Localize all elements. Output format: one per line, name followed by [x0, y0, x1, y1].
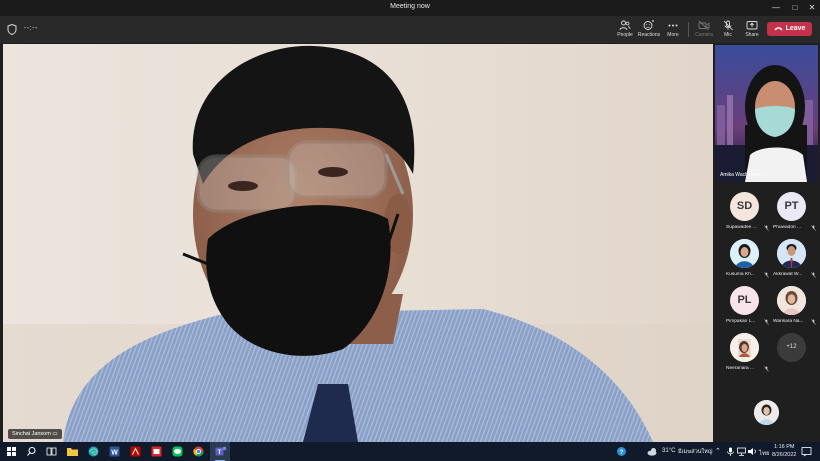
- reactions-label: Reactions: [637, 32, 661, 38]
- word-icon[interactable]: W: [108, 445, 121, 458]
- main-video-stage[interactable]: Sinchai Jansom ▭: [3, 44, 713, 442]
- toolbar-separator: [688, 22, 689, 37]
- task-view-icon[interactable]: [45, 445, 58, 458]
- participant-name: Warisara Na...: [773, 319, 804, 324]
- speaker-name-tag: Sinchai Jansom ▭: [8, 429, 62, 439]
- reactions-icon: [643, 20, 654, 30]
- clock-date[interactable]: 8/26/2022: [772, 452, 796, 458]
- featured-participant-name-tag: Amika Wachirawin ▭: [720, 172, 768, 178]
- featured-video: [715, 45, 818, 182]
- mic-off-icon: [811, 319, 816, 325]
- participant-tile[interactable]: Akkrawat W...: [765, 239, 816, 285]
- speaker-video: [3, 44, 713, 442]
- avatar: [777, 239, 806, 268]
- meeting-toolbar: --:-- People Reactions More Camera Mic S…: [0, 16, 820, 43]
- teams-taskbar-active[interactable]: T: [210, 442, 230, 461]
- share-label: Share: [745, 32, 759, 38]
- people-label: People: [617, 32, 633, 38]
- mic-button[interactable]: Mic: [715, 19, 741, 41]
- people-icon: [619, 20, 631, 31]
- tray-overflow-chevron-icon[interactable]: ⌃: [715, 447, 721, 455]
- participant-tile[interactable]: PL Pimpakan L...: [718, 286, 769, 332]
- mic-off-icon: [723, 20, 733, 31]
- more-participants-count: +12: [777, 333, 806, 362]
- svg-text:?: ?: [620, 450, 624, 456]
- camera-off-icon: [698, 20, 710, 31]
- participant-name: Neeranara ...: [726, 366, 754, 371]
- participant-name: Akkrawat W...: [773, 272, 803, 277]
- participant-tile[interactable]: Neeranara ...: [718, 333, 769, 379]
- participant-name: Phuwadon ...: [773, 225, 802, 230]
- mic-label: Mic: [724, 32, 732, 38]
- featured-participant-name: Amika Wachirawin: [720, 172, 761, 178]
- window-title: Meeting now: [390, 3, 430, 10]
- participant-tile[interactable]: PT Phuwadon ...: [765, 192, 816, 238]
- leave-button[interactable]: Leave: [767, 22, 812, 36]
- minimize-button[interactable]: —: [766, 0, 786, 16]
- avatar-photo: [730, 239, 759, 268]
- camera-button[interactable]: Camera: [691, 19, 717, 41]
- search-icon[interactable]: [25, 445, 38, 458]
- avatar: [730, 333, 759, 362]
- self-view-avatar[interactable]: [754, 400, 779, 425]
- leave-label: Leave: [785, 25, 806, 32]
- notifications-icon[interactable]: [800, 445, 813, 458]
- participant-tile[interactable]: Warisara Na...: [765, 286, 816, 332]
- weather-temp: 31°C: [662, 448, 676, 454]
- close-window-button[interactable]: ✕: [802, 0, 820, 16]
- pdf-reader-icon[interactable]: [150, 445, 163, 458]
- avatar: PL: [730, 286, 759, 315]
- people-button[interactable]: People: [612, 19, 638, 41]
- help-icon[interactable]: ?: [615, 445, 628, 458]
- shield-icon: [7, 24, 17, 35]
- teams-icon: T: [215, 446, 227, 456]
- more-icon: [668, 24, 678, 27]
- svg-text:W: W: [111, 450, 118, 457]
- participant-name: Supawadee ...: [726, 225, 757, 230]
- weather-cloud-icon[interactable]: [646, 445, 659, 458]
- weather-desc: มีเมฆส่วนใหญ่: [678, 449, 713, 455]
- mic-off-icon: [811, 225, 816, 231]
- share-icon: [746, 21, 758, 30]
- avatar: [730, 239, 759, 268]
- svg-text:T: T: [218, 450, 222, 456]
- windows-start-icon[interactable]: [5, 445, 18, 458]
- volume-icon[interactable]: [746, 445, 759, 458]
- chrome-icon[interactable]: [192, 445, 205, 458]
- speaker-name: Sinchai Jansom: [12, 431, 51, 437]
- participant-name: Pimpakan L...: [726, 319, 756, 324]
- language-indicator[interactable]: ไทย: [759, 448, 770, 458]
- hang-up-icon: [774, 26, 783, 31]
- camera-label: Camera: [695, 32, 713, 38]
- participants-panel: Amika Wachirawin ▭ SD Supawadee ... PT P…: [714, 44, 820, 442]
- participant-tile[interactable]: SD Supawadee ...: [718, 192, 769, 238]
- more-button[interactable]: More: [660, 19, 686, 41]
- avatar-photo: [777, 286, 806, 315]
- windows-taskbar: W T ? 31°C มีเมฆส่วนใหญ่ ⌃ ไทย 1:16 PM 8…: [0, 442, 820, 461]
- clock-time[interactable]: 1:16 PM: [774, 444, 794, 450]
- line-app-icon[interactable]: [171, 445, 184, 458]
- mic-off-icon: [811, 272, 816, 278]
- avatar-photo: [730, 333, 759, 362]
- edge-icon[interactable]: [87, 445, 100, 458]
- avatar: [777, 286, 806, 315]
- avatar-photo: [777, 239, 806, 268]
- share-button[interactable]: Share: [739, 19, 765, 41]
- title-bar: Meeting now — □ ✕: [0, 0, 820, 16]
- meeting-timer: --:--: [24, 25, 38, 32]
- acrobat-icon[interactable]: [129, 445, 142, 458]
- file-explorer-icon[interactable]: [66, 445, 79, 458]
- self-avatar-photo: [754, 400, 779, 425]
- participant-tile[interactable]: Kusuma Kh...: [718, 239, 769, 285]
- avatar: SD: [730, 192, 759, 221]
- featured-participant-video[interactable]: Amika Wachirawin ▭: [715, 45, 818, 182]
- avatar: PT: [777, 192, 806, 221]
- more-participants-button[interactable]: +12: [765, 333, 815, 379]
- more-label: More: [667, 32, 679, 38]
- participant-name: Kusuma Kh...: [726, 272, 755, 277]
- reactions-button[interactable]: Reactions: [636, 19, 662, 41]
